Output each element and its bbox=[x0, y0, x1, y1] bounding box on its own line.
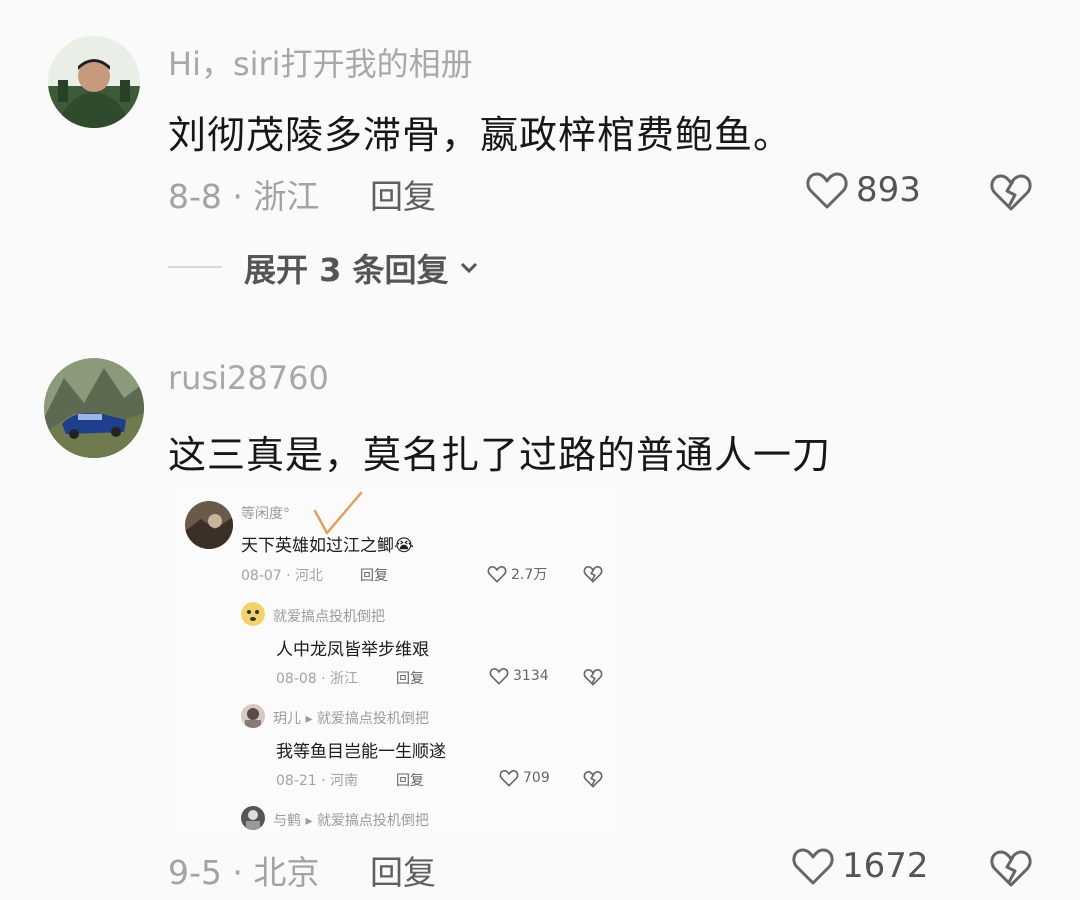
location: 河南 bbox=[330, 773, 359, 789]
location: 浙江 bbox=[330, 671, 359, 687]
like-count: 2.7万 bbox=[511, 567, 548, 583]
like-button: 2.7万 bbox=[487, 564, 547, 584]
embedded-screenshot: 等闲度° 天下英雄如过江之鲫😭 08-07 · 河北 回复 2.7万 就爱搞点投… bbox=[175, 485, 615, 835]
reply-button: 回复 bbox=[396, 671, 424, 687]
comment-text: 人中龙凤皆举步维艰 bbox=[276, 640, 429, 660]
avatar[interactable] bbox=[48, 36, 140, 128]
expand-replies-label: 展开 3 条回复 bbox=[244, 251, 449, 289]
date: 08-08 bbox=[276, 671, 317, 687]
expand-replies-button[interactable]: 展开 3 条回复 bbox=[244, 245, 479, 291]
comment-date: 08-21 · 河南 bbox=[276, 773, 359, 789]
dislike-icon[interactable] bbox=[990, 172, 1032, 212]
date: 08-21 bbox=[276, 773, 317, 789]
like-button: 3134 bbox=[489, 667, 549, 685]
like-button: 709 bbox=[499, 769, 550, 787]
comment-username[interactable]: rusi28760 bbox=[168, 359, 329, 397]
dislike-icon bbox=[583, 668, 603, 690]
heart-icon bbox=[792, 846, 834, 886]
like-button[interactable]: 1672 bbox=[792, 846, 929, 886]
reply-to-username: 就爱搞点投机倒把 bbox=[316, 813, 429, 829]
dislike-icon bbox=[583, 565, 603, 587]
username: 玥儿 bbox=[273, 711, 301, 727]
like-button[interactable]: 893 bbox=[806, 170, 921, 210]
heart-icon bbox=[487, 566, 507, 583]
location: 河北 bbox=[295, 568, 324, 584]
comment-date: 08-08 · 浙江 bbox=[276, 671, 359, 687]
avatar[interactable] bbox=[44, 358, 144, 458]
like-count: 893 bbox=[856, 170, 921, 210]
comment-text: 这三真是，莫名扎了过路的普通人一刀 bbox=[168, 433, 832, 477]
avatar bbox=[241, 806, 265, 830]
expand-divider bbox=[168, 266, 222, 268]
like-count: 1672 bbox=[842, 846, 929, 886]
dislike-icon bbox=[583, 770, 603, 792]
crying-emoji: 😭 bbox=[394, 536, 414, 556]
comment-username[interactable]: Hi，siri打开我的相册 bbox=[168, 39, 473, 85]
avatar bbox=[241, 602, 265, 626]
username: 等闲度° bbox=[241, 506, 290, 522]
dislike-icon[interactable] bbox=[990, 848, 1032, 888]
heart-icon bbox=[499, 770, 519, 787]
comment-text: 刘彻茂陵多滞骨，嬴政梓棺费鲍鱼。 bbox=[168, 113, 793, 157]
username: 就爱搞点投机倒把 bbox=[273, 609, 385, 625]
comment-date-location: 9-5 · 北京 bbox=[168, 853, 320, 892]
reply-button[interactable]: 回复 bbox=[370, 846, 436, 894]
avatar bbox=[241, 704, 265, 728]
comment-date: 08-07 · 河北 bbox=[241, 568, 324, 584]
reply-button: 回复 bbox=[396, 773, 424, 789]
reply-header: 玥儿 ▸ 就爱搞点投机倒把 bbox=[273, 711, 429, 727]
chevron-down-icon bbox=[459, 261, 479, 275]
heart-icon bbox=[806, 170, 848, 210]
reply-to-username: 就爱搞点投机倒把 bbox=[316, 711, 429, 727]
avatar bbox=[185, 501, 233, 549]
comment-text-body: 天下英雄如过江之鲫 bbox=[241, 536, 394, 556]
reply-button: 回复 bbox=[360, 568, 388, 584]
like-count: 709 bbox=[523, 770, 550, 786]
reply-button[interactable]: 回复 bbox=[370, 170, 436, 218]
date: 08-07 bbox=[241, 568, 282, 584]
username: 与鹤 bbox=[273, 813, 301, 829]
reply-header: 与鹤 ▸ 就爱搞点投机倒把 bbox=[273, 813, 429, 829]
heart-icon bbox=[489, 668, 509, 685]
comment-text: 我等鱼目岂能一生顺遂 bbox=[276, 742, 446, 762]
comment-date-location: 8-8 · 浙江 bbox=[168, 177, 320, 216]
like-count: 3134 bbox=[513, 668, 549, 684]
comment-text: 天下英雄如过江之鲫😭 bbox=[241, 531, 414, 556]
